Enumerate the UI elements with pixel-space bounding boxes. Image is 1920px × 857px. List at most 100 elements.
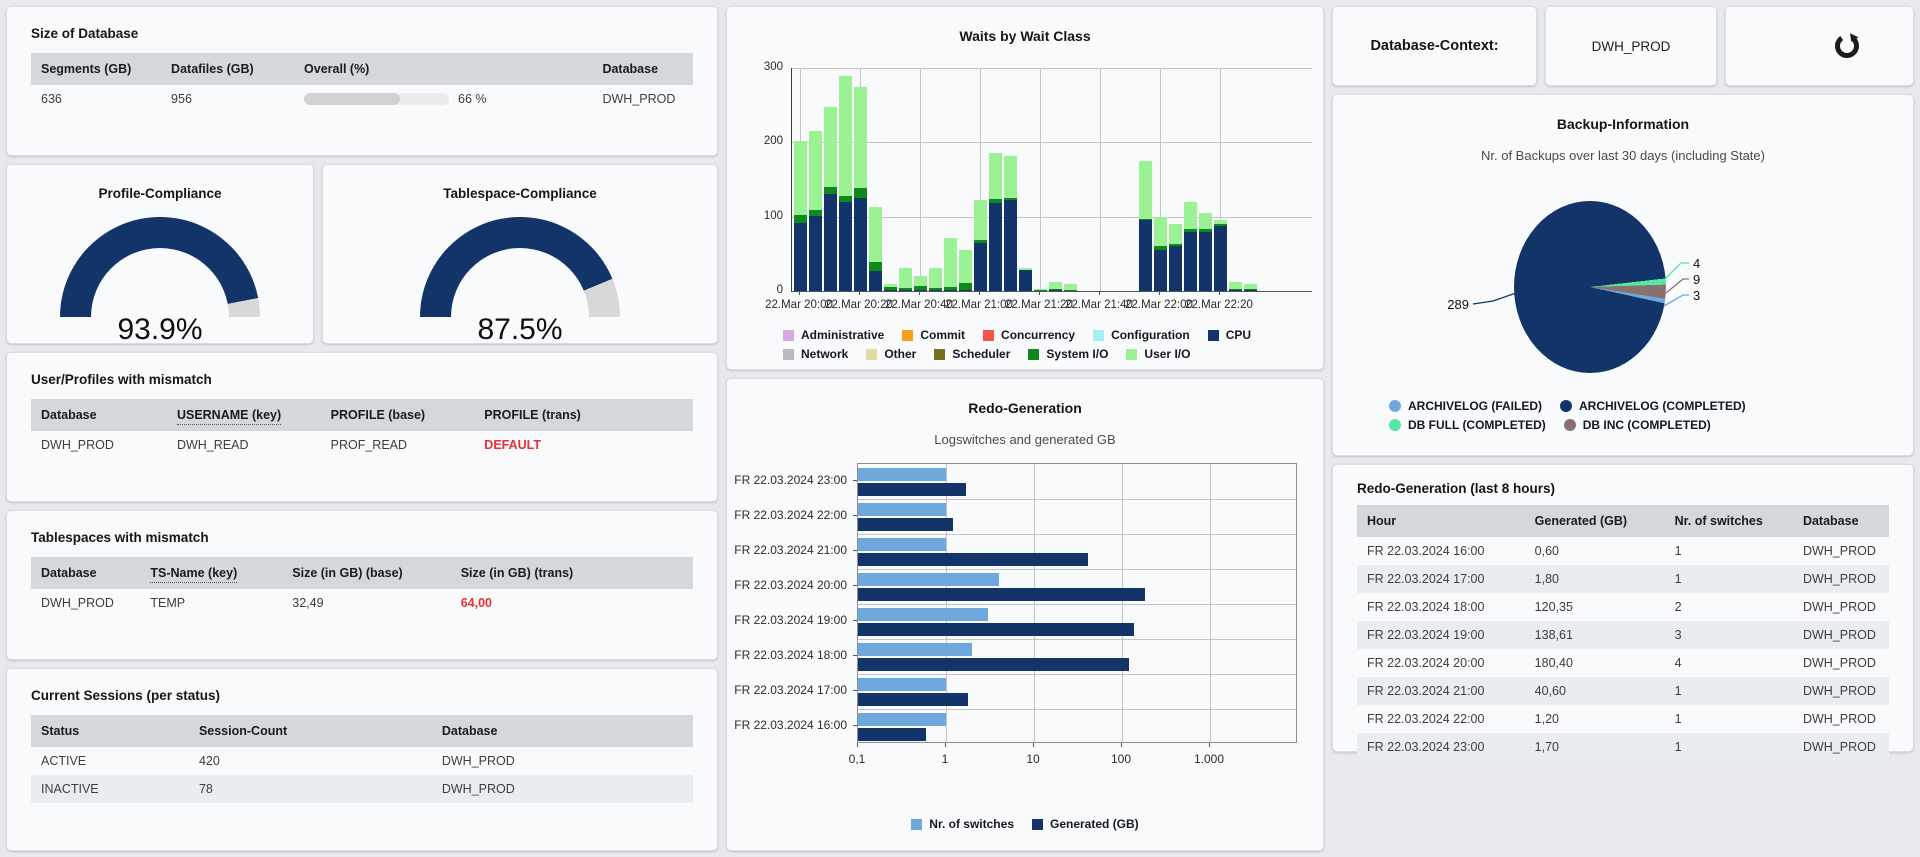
- table-cell: DWH_PROD: [1802, 656, 1876, 670]
- refresh-card: [1725, 6, 1914, 86]
- wait-bar-segment: [1004, 156, 1017, 199]
- column-header[interactable]: Database: [592, 53, 693, 85]
- legend-swatch: [983, 329, 995, 341]
- table-row: FR 22.03.2024 17:00 1,80 1 DWH_PROD: [1357, 565, 1889, 593]
- wait-bar-segment: [854, 187, 867, 199]
- wait-bar-segment: [869, 262, 882, 271]
- gauge-row: Profile-Compliance 93.9% Tablespace-Comp…: [6, 164, 718, 346]
- legend-item: Other: [866, 347, 916, 361]
- column-header[interactable]: Database: [1792, 505, 1889, 537]
- column-header[interactable]: Database: [31, 557, 141, 589]
- table-row: DWH_PROD TEMP 32,49 64,00: [31, 589, 693, 617]
- column-header[interactable]: Size (in GB) (base): [282, 557, 451, 589]
- column-header[interactable]: TS-Name (key): [140, 557, 283, 589]
- table-cell: FR 22.03.2024 18:00: [1367, 600, 1485, 614]
- table-row: ACTIVE 420 DWH_PROD: [31, 747, 693, 775]
- wait-bar-segment: [1244, 283, 1257, 289]
- table-cell: 64,00: [460, 596, 492, 610]
- x-axis-label: 10: [1026, 752, 1040, 766]
- legend-label: ARCHIVELOG (FAILED): [1408, 399, 1542, 413]
- column-header[interactable]: Hour: [1357, 505, 1525, 537]
- table-cell: 1,20: [1534, 712, 1560, 726]
- wait-bar-segment: [1214, 220, 1227, 225]
- column-header[interactable]: Nr. of switches: [1664, 505, 1793, 537]
- switches-bar: [858, 713, 946, 726]
- table-cell: DWH_PROD: [1802, 600, 1876, 614]
- column-header[interactable]: Datafiles (GB): [161, 53, 295, 85]
- table-cell: DWH_PROD: [1802, 712, 1876, 726]
- y-axis-label: FR 22.03.2024 16:00: [734, 718, 847, 732]
- wait-bar-segment: [1244, 290, 1257, 292]
- wait-bar-segment: [929, 290, 942, 292]
- column-header-label: PROFILE (base): [330, 408, 426, 422]
- column-header[interactable]: Status: [31, 715, 189, 747]
- panel-title: Size of Database: [31, 26, 139, 41]
- wait-bar-segment: [1229, 282, 1242, 289]
- wait-bar-segment: [1004, 200, 1017, 291]
- column-header[interactable]: Overall (%): [294, 53, 593, 85]
- legend-item: Generated (GB): [1032, 817, 1139, 831]
- wait-bar-segment: [1139, 218, 1152, 221]
- wait-bar-segment: [1154, 250, 1167, 291]
- column-header[interactable]: Segments (GB): [31, 53, 162, 85]
- wait-bar-segment: [809, 215, 822, 291]
- gauge-arc: [420, 217, 620, 317]
- table-row: FR 22.03.2024 21:00 40,60 1 DWH_PROD: [1357, 677, 1889, 705]
- column-header[interactable]: PROFILE (base): [320, 399, 475, 431]
- table-cell: 120,35: [1534, 600, 1573, 614]
- table-cell: FR 22.03.2024 20:00: [1367, 656, 1485, 670]
- wait-bar-segment: [839, 76, 852, 196]
- chart-title: Redo-Generation: [968, 400, 1082, 416]
- wait-bar-segment: [1049, 290, 1062, 292]
- column-header[interactable]: Size (in GB) (trans): [450, 557, 693, 589]
- wait-bar-segment: [1034, 288, 1047, 291]
- legend-swatch: [1389, 400, 1401, 412]
- generated-bar: [858, 727, 927, 741]
- wait-bar-segment: [944, 238, 957, 288]
- column-header[interactable]: USERNAME (key): [166, 399, 321, 431]
- column-header[interactable]: Session-Count: [188, 715, 432, 747]
- wait-bar-segment: [869, 207, 882, 262]
- switches-bar: [858, 503, 946, 516]
- wait-bar-segment: [944, 290, 957, 292]
- wait-bar-segment: [899, 290, 912, 292]
- panel-profile-compliance: Profile-Compliance 93.9%: [6, 164, 314, 346]
- column-header-label: USERNAME (key): [176, 408, 282, 425]
- panel-title: Tablespace-Compliance: [443, 186, 597, 201]
- y-axis-label: FR 22.03.2024 23:00: [734, 473, 847, 487]
- switches-bar: [858, 678, 946, 691]
- legend-swatch: [1093, 329, 1105, 341]
- column-header[interactable]: PROFILE (trans): [474, 399, 693, 431]
- y-axis-label: FR 22.03.2024 19:00: [734, 613, 847, 627]
- generated-bar: [858, 622, 1135, 636]
- table-cell: DWH_PROD: [1792, 733, 1889, 761]
- panel-backup-information: Backup-Information Nr. of Backups over l…: [1332, 94, 1914, 456]
- wait-bar-segment: [854, 198, 867, 291]
- legend-label: Commit: [920, 328, 966, 342]
- table-row: FR 22.03.2024 22:00 1,20 1 DWH_PROD: [1357, 705, 1889, 733]
- wait-bar-segment: [1184, 229, 1197, 232]
- table-cell: 180,40: [1534, 656, 1573, 670]
- wait-bar-segment: [944, 287, 957, 291]
- table-header-row: Status Session-Count Database: [31, 715, 693, 747]
- legend-item: ARCHIVELOG (FAILED): [1389, 399, 1542, 413]
- column-header[interactable]: Database: [431, 715, 693, 747]
- legend-item: Configuration: [1093, 328, 1190, 342]
- pie-callout-value: 3: [1693, 288, 1700, 303]
- redo-generation-table: Hour Generated (GB) Nr. of switches Databas…: [1333, 505, 1913, 761]
- panel-title: User/Profiles with mismatch: [31, 372, 212, 387]
- database-context-value-card: DWH_PROD: [1545, 6, 1717, 86]
- refresh-icon[interactable]: [1833, 32, 1861, 60]
- table-cell: FR 22.03.2024 17:00: [1357, 565, 1525, 593]
- waits-chart: 0 100 200 300 22.Mar 20:00 22.Mar 20:20 22.Mar…: [735, 58, 1315, 316]
- legend-label: System I/O: [1046, 347, 1109, 361]
- dashboard-page: Size of Database Segments (GB) Datafiles …: [0, 0, 1920, 857]
- wait-bar-segment: [824, 106, 837, 187]
- column-header[interactable]: Database: [31, 399, 167, 431]
- y-axis-label: FR 22.03.2024 20:00: [734, 578, 847, 592]
- wait-bar-segment: [884, 289, 897, 291]
- table-cell: FR 22.03.2024 16:00: [1367, 544, 1485, 558]
- pie-callouts: 493 289: [1447, 256, 1700, 312]
- wait-bar-segment: [1229, 288, 1242, 290]
- column-header[interactable]: Generated (GB): [1524, 505, 1665, 537]
